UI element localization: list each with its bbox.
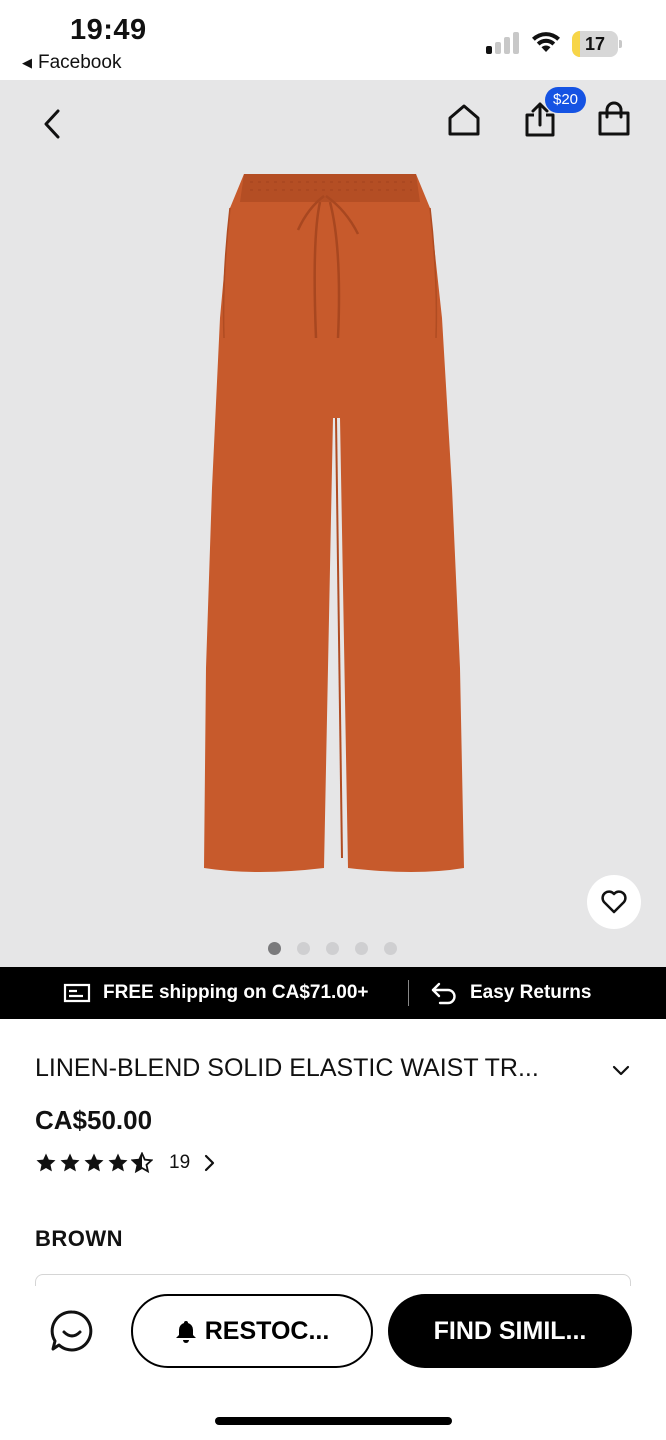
chevron-down-icon [612, 1065, 630, 1076]
product-title: LINEN-BLEND SOLID ELASTIC WAIST TR... [35, 1054, 539, 1082]
rating-row[interactable]: 19 [35, 1152, 216, 1174]
back-app-label: Facebook [38, 52, 122, 73]
product-image-carousel[interactable]: $20 [0, 80, 666, 967]
chat-button[interactable] [49, 1308, 95, 1354]
heart-icon [601, 890, 627, 914]
battery-icon: 17 [572, 31, 622, 57]
battery-level: 17 [584, 34, 606, 54]
carousel-dot[interactable] [326, 942, 339, 955]
carousel-dot[interactable] [384, 942, 397, 955]
expand-title-button[interactable] [608, 1058, 634, 1089]
cellular-signal-icon [486, 32, 522, 54]
carousel-dot[interactable] [268, 942, 281, 955]
color-label: BROWN [35, 1226, 124, 1251]
status-bar: 19:49 ◀ Facebook 17 [0, 0, 666, 80]
shopping-bag-icon [598, 101, 630, 136]
status-time: 19:49 [70, 14, 147, 46]
returns-text: Easy Returns [470, 982, 592, 1003]
color-swatch-panel[interactable] [35, 1274, 631, 1286]
return-arrow-icon [431, 982, 456, 1005]
shipping-banner[interactable]: FREE shipping on CA$71.00+ Easy Returns [0, 967, 666, 1019]
chevron-right-icon [205, 1154, 215, 1172]
star-full-icon [108, 1153, 128, 1172]
star-full-icon [84, 1153, 104, 1172]
home-icon [448, 104, 480, 136]
back-to-app-link[interactable]: ◀ Facebook [22, 52, 121, 74]
find-similar-button[interactable]: FIND SIMIL... [388, 1294, 632, 1368]
star-full-icon [60, 1153, 80, 1172]
star-rating [35, 1152, 153, 1174]
shipping-truck-icon [63, 983, 91, 1003]
chevron-left-icon [44, 109, 60, 139]
chat-bubble-icon [50, 1310, 93, 1352]
wifi-icon [530, 30, 562, 59]
product-photo [190, 168, 480, 883]
banner-divider [408, 980, 409, 1006]
star-full-icon [36, 1153, 56, 1172]
home-indicator[interactable] [215, 1417, 452, 1425]
product-price: CA$50.00 [35, 1105, 153, 1135]
review-count: 19 [169, 1152, 191, 1173]
shipping-text: FREE shipping on CA$71.00+ [103, 982, 369, 1003]
restock-label: RESTOC... [204, 1316, 330, 1345]
star-half-icon [131, 1152, 153, 1174]
home-button[interactable] [442, 98, 486, 142]
carousel-indicator[interactable] [268, 942, 397, 955]
back-triangle-icon: ◀ [22, 55, 32, 70]
wishlist-button[interactable] [587, 875, 641, 929]
cart-button[interactable] [592, 97, 636, 141]
find-similar-label: FIND SIMIL... [433, 1316, 587, 1345]
back-button[interactable] [30, 102, 74, 146]
restock-notify-button[interactable]: RESTOC... [131, 1294, 373, 1368]
carousel-dot[interactable] [355, 942, 368, 955]
share-reward-badge: $20 [545, 87, 587, 113]
bell-icon [175, 1321, 196, 1343]
carousel-dot[interactable] [297, 942, 310, 955]
